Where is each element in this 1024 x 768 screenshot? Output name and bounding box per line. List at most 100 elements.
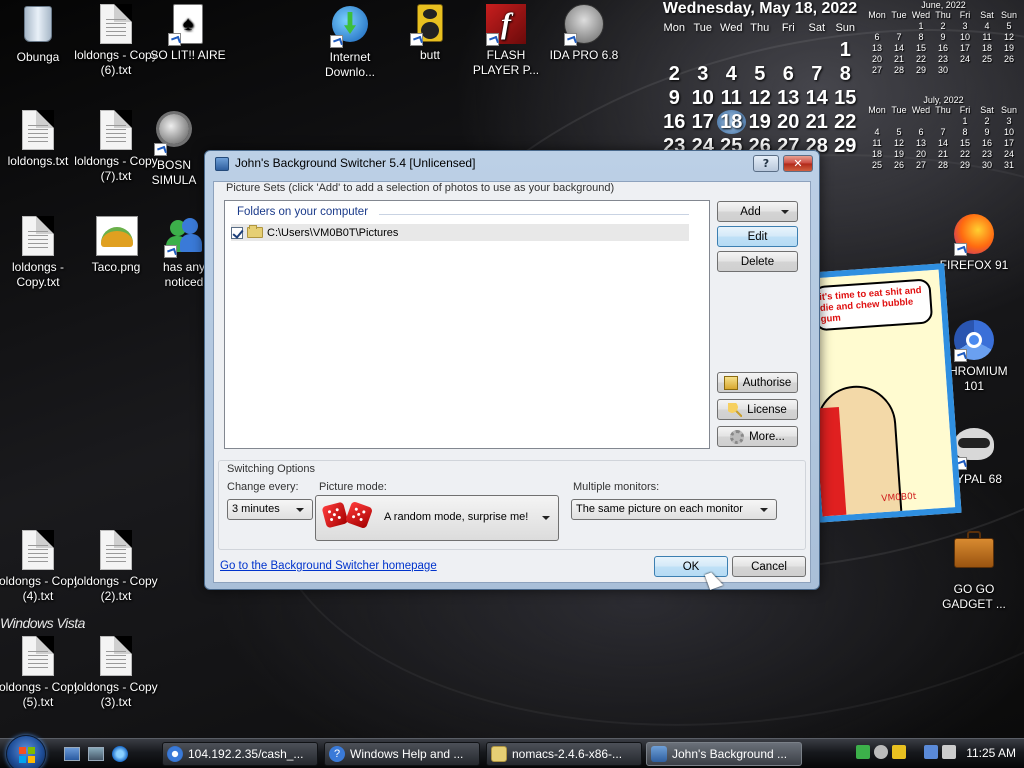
calendar-day: 6 [782, 63, 794, 85]
close-button[interactable]: ✕ [783, 155, 813, 172]
desktop-icon-internet-download[interactable]: Internet Downlo... [308, 4, 392, 80]
folder-checkbox[interactable] [231, 226, 243, 239]
show-desktop-icon[interactable] [64, 747, 80, 761]
calendar-day [774, 38, 803, 62]
tray-monitor-icon[interactable] [924, 745, 938, 759]
calendar-day: 12 [893, 138, 904, 148]
calendar-day: 29 [915, 65, 926, 75]
desktop-icon-loldongs-copy-3[interactable]: loldongs - Copy (3).txt [74, 636, 158, 710]
calendar-day: 2 [940, 21, 946, 31]
tray-volume-icon[interactable] [942, 745, 956, 759]
taskbar-item-windows-help[interactable]: ? Windows Help and ... [324, 742, 480, 766]
help-button[interactable]: ? [753, 155, 779, 172]
calendar-weekday: Sun [1000, 10, 1017, 20]
desktop-icon-loldongs-copy[interactable]: loldongs - Copy.txt [0, 216, 80, 290]
license-button[interactable]: License [717, 399, 798, 420]
authorise-button[interactable]: Authorise [717, 372, 798, 393]
taskbar-clock[interactable]: 11:25 AM [966, 746, 1016, 760]
edit-button[interactable]: Edit [717, 226, 798, 247]
calendar-day: 18 [981, 43, 992, 53]
homepage-link[interactable]: Go to the Background Switcher homepage [220, 560, 437, 572]
tray-network-icon[interactable] [856, 745, 870, 759]
calendar-month-may: Mon Tue Wed Thu Fri Sat Sun 1 2 3 4 5 6 7 8 9 10 11 12 13 1… [660, 22, 860, 158]
calendar-weekday: Mon [663, 22, 685, 34]
switch-windows-icon[interactable] [88, 747, 104, 761]
calendar-weekday: Tue [891, 10, 907, 20]
cancel-button[interactable]: Cancel [732, 556, 806, 577]
calendar-day: 6 [874, 32, 880, 42]
folder-path: C:\Users\VM0B0T\Pictures [267, 226, 399, 239]
dialog-client-area: Picture Sets (click 'Add' to add a selec… [213, 181, 811, 583]
taskbar-item-browser[interactable]: 104.192.2.35/cash_... [162, 742, 318, 766]
calendar-day: 23 [981, 149, 992, 159]
change-every-label: Change every: [227, 481, 299, 493]
calendar-day: 19 [1003, 43, 1014, 53]
tray-speaker-icon[interactable] [892, 745, 906, 759]
switching-options-group: Switching Options Change every: 3 minute… [218, 460, 806, 550]
calendar-day: 8 [839, 63, 851, 85]
taco-image-icon [96, 216, 138, 256]
calendar-day [954, 65, 976, 76]
chevron-down-icon [542, 516, 550, 520]
calendar-day: 4 [725, 63, 737, 85]
list-item-pictures-folder[interactable]: C:\Users\VM0B0T\Pictures [231, 224, 689, 241]
calendar-day: 11 [982, 32, 992, 42]
text-file-icon [96, 530, 136, 570]
taskbar-item-background-switcher[interactable]: John's Background ... [646, 742, 802, 766]
text-file-icon [18, 216, 58, 256]
calendar-day: 14 [937, 138, 948, 148]
calendar-day: 15 [959, 138, 970, 148]
desktop-icon-solitaire[interactable]: ♠ SO LIT!! AIRE [146, 4, 230, 63]
app-icon [215, 157, 229, 171]
more-button[interactable]: More... [717, 426, 798, 447]
desktop-icon-flash-player[interactable]: f FLASH PLAYER P... [464, 4, 548, 78]
background-switcher-dialog: John's Background Switcher 5.4 [Unlicens… [204, 150, 820, 590]
calendar-day: 19 [893, 149, 904, 159]
picture-mode-select[interactable]: A random mode, surprise me! [315, 495, 559, 541]
desktop-icon-loldongs-copy-4[interactable]: loldongs - Copy (4).txt [0, 530, 80, 604]
add-button[interactable]: Add [717, 201, 798, 222]
calendar-day: 10 [691, 87, 714, 109]
desktop-icon-obunga[interactable]: Obunga [0, 4, 80, 65]
calendar-day: 15 [915, 43, 926, 53]
desktop-icon-loldongs-copy-5[interactable]: loldongs - Copy (5).txt [0, 636, 80, 710]
internet-explorer-icon[interactable] [112, 746, 128, 762]
desktop-icon-firefox[interactable]: FIREFOX 91 [932, 214, 1016, 273]
desktop-icon-bosn-simula[interactable]: BOSN SIMULA [146, 110, 202, 188]
picture-sets-list[interactable]: Folders on your computer C:\Users\VM0B0T… [224, 200, 710, 449]
calendar-day: 3 [1006, 116, 1012, 126]
briefcase-icon [954, 531, 994, 578]
calendar-day: 14 [805, 87, 828, 109]
taskbar: 104.192.2.35/cash_... ? Windows Help and… [0, 735, 1024, 768]
calendar-june-title: June, 2022 [921, 0, 966, 10]
calendar-day: 1 [962, 116, 968, 126]
taskbar-item-nomacs-folder[interactable]: nomacs-2.4.6-x86-... [486, 742, 642, 766]
chromium-icon [954, 320, 994, 362]
change-every-select[interactable]: 3 minutes [227, 499, 313, 520]
desktop-icon-butt[interactable]: butt [388, 4, 472, 63]
calendar-day: 30 [937, 65, 948, 75]
calendar-day: 17 [1003, 138, 1014, 148]
calendar-weekday: Tue [891, 105, 907, 115]
text-file-icon [96, 110, 136, 150]
desktop-icon-loldongs[interactable]: loldongs.txt [0, 110, 80, 169]
desktop-icon-go-go-gadget[interactable]: GO GO GADGET ... [932, 530, 1016, 612]
calendar-day: 3 [962, 21, 968, 31]
chevron-down-icon [296, 508, 304, 512]
start-button[interactable] [6, 735, 46, 768]
dialog-titlebar[interactable]: John's Background Switcher 5.4 [Unlicens… [205, 151, 819, 177]
tray-app-icon[interactable] [874, 745, 888, 759]
shortcut-arrow-icon [168, 33, 181, 46]
calendar-day [746, 38, 775, 62]
delete-button[interactable]: Delete [717, 251, 798, 272]
desktop-icon-ida-pro[interactable]: IDA PRO 6.8 [542, 4, 626, 63]
multiple-monitors-select[interactable]: The same picture on each monitor [571, 499, 777, 520]
calendar-day [998, 65, 1020, 76]
desktop-icon-loldongs-copy-2[interactable]: loldongs - Copy (2).txt [74, 530, 158, 604]
calendar-today: 18 [717, 110, 746, 134]
calendar-weekday: Fri [781, 22, 795, 34]
switching-options-label: Switching Options [227, 463, 316, 475]
calendar-day: 8 [918, 32, 924, 42]
list-group-header: Folders on your computer [237, 206, 369, 218]
text-file-icon [96, 636, 136, 676]
